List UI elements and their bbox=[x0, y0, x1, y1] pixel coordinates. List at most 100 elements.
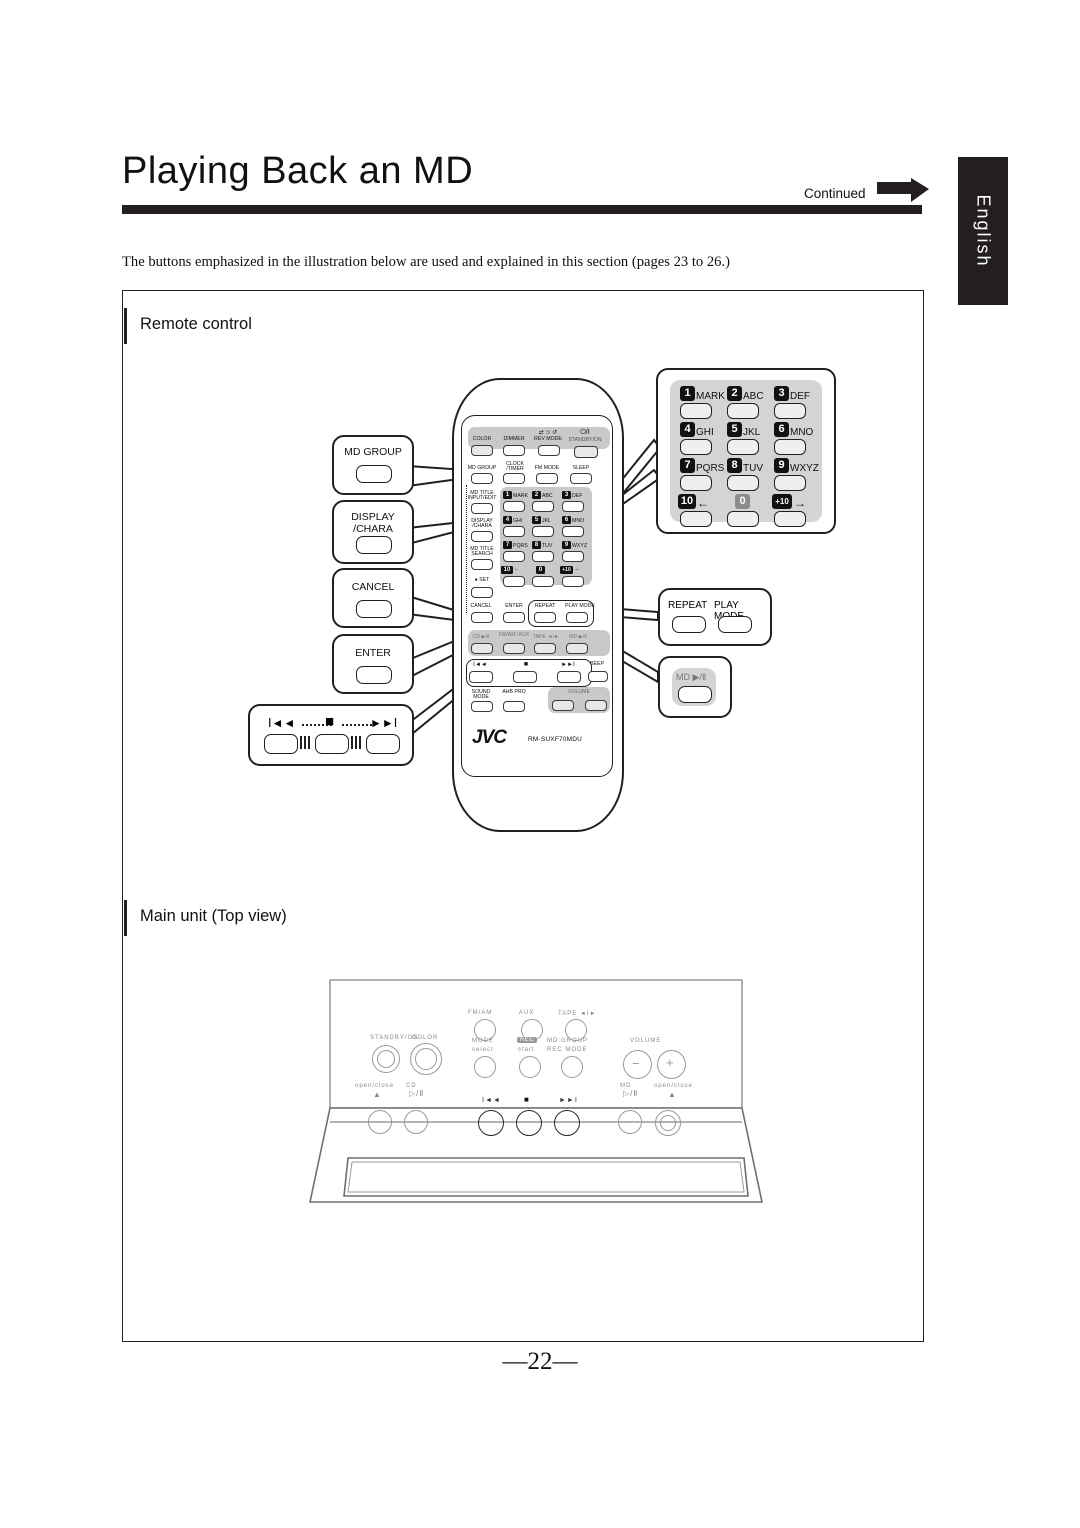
remote-icon-revmode-loops: ⇄ ⊃ ↺ bbox=[538, 430, 558, 436]
callout-keypad-button-8[interactable] bbox=[727, 475, 759, 491]
callout-transport-stop-label: ■ bbox=[325, 713, 335, 730]
remote-label-md-play: MD ▶/Ⅱ bbox=[569, 634, 587, 640]
callout-keypad-button-6[interactable] bbox=[774, 439, 806, 455]
callout-key-num-1: 1 bbox=[680, 386, 695, 401]
remote-button-tape[interactable] bbox=[534, 643, 556, 654]
remote-button-key-8[interactable] bbox=[532, 551, 554, 562]
remote-button-key-10back[interactable] bbox=[503, 576, 525, 587]
remote-button-key-7[interactable] bbox=[503, 551, 525, 562]
callout-keypad-button-10back[interactable] bbox=[680, 511, 712, 527]
remote-label-cancel: CANCEL bbox=[470, 603, 492, 609]
remote-button-key-9[interactable] bbox=[562, 551, 584, 562]
mainunit-button-ff[interactable] bbox=[554, 1110, 580, 1136]
remote-button-ff[interactable] bbox=[557, 671, 581, 683]
mainunit-button-md-play[interactable] bbox=[618, 1110, 642, 1134]
callout-keypad-button-0[interactable] bbox=[727, 511, 759, 527]
callout-key-letters-7: PQRS bbox=[696, 463, 725, 474]
mainunit-knob-recmode[interactable] bbox=[561, 1056, 583, 1078]
mainunit-knob-rec-start[interactable] bbox=[519, 1056, 541, 1078]
remote-label-rew: Ⅰ◄◄ bbox=[473, 662, 487, 668]
remote-button-sleep[interactable] bbox=[570, 473, 592, 484]
remote-button-mdgroup[interactable] bbox=[471, 473, 493, 484]
callout-keypad-button-3[interactable] bbox=[774, 403, 806, 419]
remote-button-key-5[interactable] bbox=[532, 526, 554, 537]
callout-enter-button[interactable] bbox=[356, 666, 392, 684]
remote-key-letters-4: GHI bbox=[513, 518, 523, 524]
mainunit-knob-mode-select[interactable] bbox=[474, 1056, 496, 1078]
remote-label-sound-mode: SOUND MODE bbox=[471, 689, 491, 701]
remote-key-num-6: 6 bbox=[562, 516, 571, 524]
remote-label-sleep: SLEEP bbox=[572, 465, 590, 471]
remote-group-repeat-playmode-outline bbox=[528, 600, 594, 627]
remote-button-key-plus10[interactable] bbox=[562, 576, 584, 587]
remote-button-beep[interactable] bbox=[588, 671, 608, 682]
remote-button-volume-down[interactable] bbox=[552, 700, 574, 711]
callout-keypad-button-5[interactable] bbox=[727, 439, 759, 455]
callout-transport-ff-button[interactable] bbox=[366, 734, 400, 754]
callout-repeat-button[interactable] bbox=[672, 616, 706, 633]
callout-cancel-button[interactable] bbox=[356, 600, 392, 618]
callout-display-chara-button[interactable] bbox=[356, 536, 392, 554]
remote-label-revmode: REV MODE bbox=[534, 436, 562, 442]
remote-button-stop[interactable] bbox=[513, 671, 537, 683]
mainunit-button-stop[interactable] bbox=[516, 1110, 542, 1136]
callout-cancel-label: CANCEL bbox=[351, 581, 395, 593]
remote-button-cancel[interactable] bbox=[471, 612, 493, 623]
remote-button-clocktimer[interactable] bbox=[503, 473, 525, 484]
remote-button-enter[interactable] bbox=[503, 612, 525, 623]
remote-key-num-10back: 10 bbox=[501, 566, 513, 574]
callout-keypad-button-7[interactable] bbox=[680, 475, 712, 491]
callout-keypad-button-1[interactable] bbox=[680, 403, 712, 419]
callout-keypad-button-9[interactable] bbox=[774, 475, 806, 491]
callout-key-num-5: 5 bbox=[727, 422, 742, 437]
manual-page: Playing Back an MD Continued The buttons… bbox=[0, 0, 1080, 1528]
remote-button-volume-up[interactable] bbox=[585, 700, 607, 711]
remote-button-key-4[interactable] bbox=[503, 526, 525, 537]
remote-button-key-3[interactable] bbox=[562, 501, 584, 512]
remote-button-fmam-aux[interactable] bbox=[503, 643, 525, 654]
remote-button-set[interactable] bbox=[471, 587, 493, 598]
remote-button-key-0[interactable] bbox=[532, 576, 554, 587]
remote-button-revmode[interactable] bbox=[538, 445, 560, 456]
callout-keypad-button-4[interactable] bbox=[680, 439, 712, 455]
mainunit-button-rew[interactable] bbox=[478, 1110, 504, 1136]
callout-transport-stop-button[interactable] bbox=[315, 734, 349, 754]
callout-keypad-button-2[interactable] bbox=[727, 403, 759, 419]
remote-button-key-1[interactable] bbox=[503, 501, 525, 512]
remote-button-rew[interactable] bbox=[469, 671, 493, 683]
remote-key-letters-2: ABC bbox=[542, 493, 553, 499]
mainunit-label-tape: TAPE ◄Ⅰ► bbox=[558, 1011, 597, 1017]
remote-button-dimmer[interactable] bbox=[503, 445, 525, 456]
callout-transport-grip-1 bbox=[300, 736, 312, 749]
remote-key-letters-6: MNO bbox=[572, 518, 585, 524]
callout-transport-rew-label: Ⅰ◄◄ bbox=[268, 716, 296, 730]
remote-button-key-6[interactable] bbox=[562, 526, 584, 537]
remote-button-fmmode[interactable] bbox=[536, 473, 558, 484]
mainunit-button-cd-play[interactable] bbox=[404, 1110, 428, 1134]
remote-button-mdtitle-search[interactable] bbox=[471, 559, 493, 570]
mainunit-button-openclose-left[interactable] bbox=[368, 1110, 392, 1134]
callout-transport-dots-right bbox=[342, 724, 372, 726]
remote-button-ahb-pro[interactable] bbox=[503, 701, 525, 712]
mainunit-label-recmode: REC MODE bbox=[547, 1047, 588, 1053]
remote-label-ahb-pro: AHB PRO bbox=[502, 689, 526, 695]
callout-transport-rew-button[interactable] bbox=[264, 734, 298, 754]
remote-button-standby[interactable] bbox=[574, 446, 598, 458]
remote-button-md-play[interactable] bbox=[566, 643, 588, 654]
remote-button-sound-mode[interactable] bbox=[471, 701, 493, 712]
callout-keypad-button-plus10[interactable] bbox=[774, 511, 806, 527]
remote-button-cd-play[interactable] bbox=[471, 643, 493, 654]
remote-button-key-2[interactable] bbox=[532, 501, 554, 512]
remote-button-display-chara[interactable] bbox=[471, 531, 493, 542]
callout-cancel: CANCEL bbox=[332, 568, 414, 628]
callout-md-play: MD ▶/Ⅱ bbox=[658, 656, 732, 718]
remote-button-color[interactable] bbox=[471, 445, 493, 456]
callout-md-play-button[interactable] bbox=[678, 686, 712, 703]
mainunit-icon-eject-left: ▲ bbox=[373, 1090, 382, 1099]
callout-playmode-button[interactable] bbox=[718, 616, 752, 633]
callout-key-letters-2: ABC bbox=[743, 391, 764, 402]
mainunit-icon-play-left: ▷/Ⅱ bbox=[409, 1089, 425, 1098]
callout-md-group-button[interactable] bbox=[356, 465, 392, 483]
remote-label-fmmode: FM MODE bbox=[534, 465, 560, 471]
remote-button-mdtitle-input[interactable] bbox=[471, 503, 493, 514]
